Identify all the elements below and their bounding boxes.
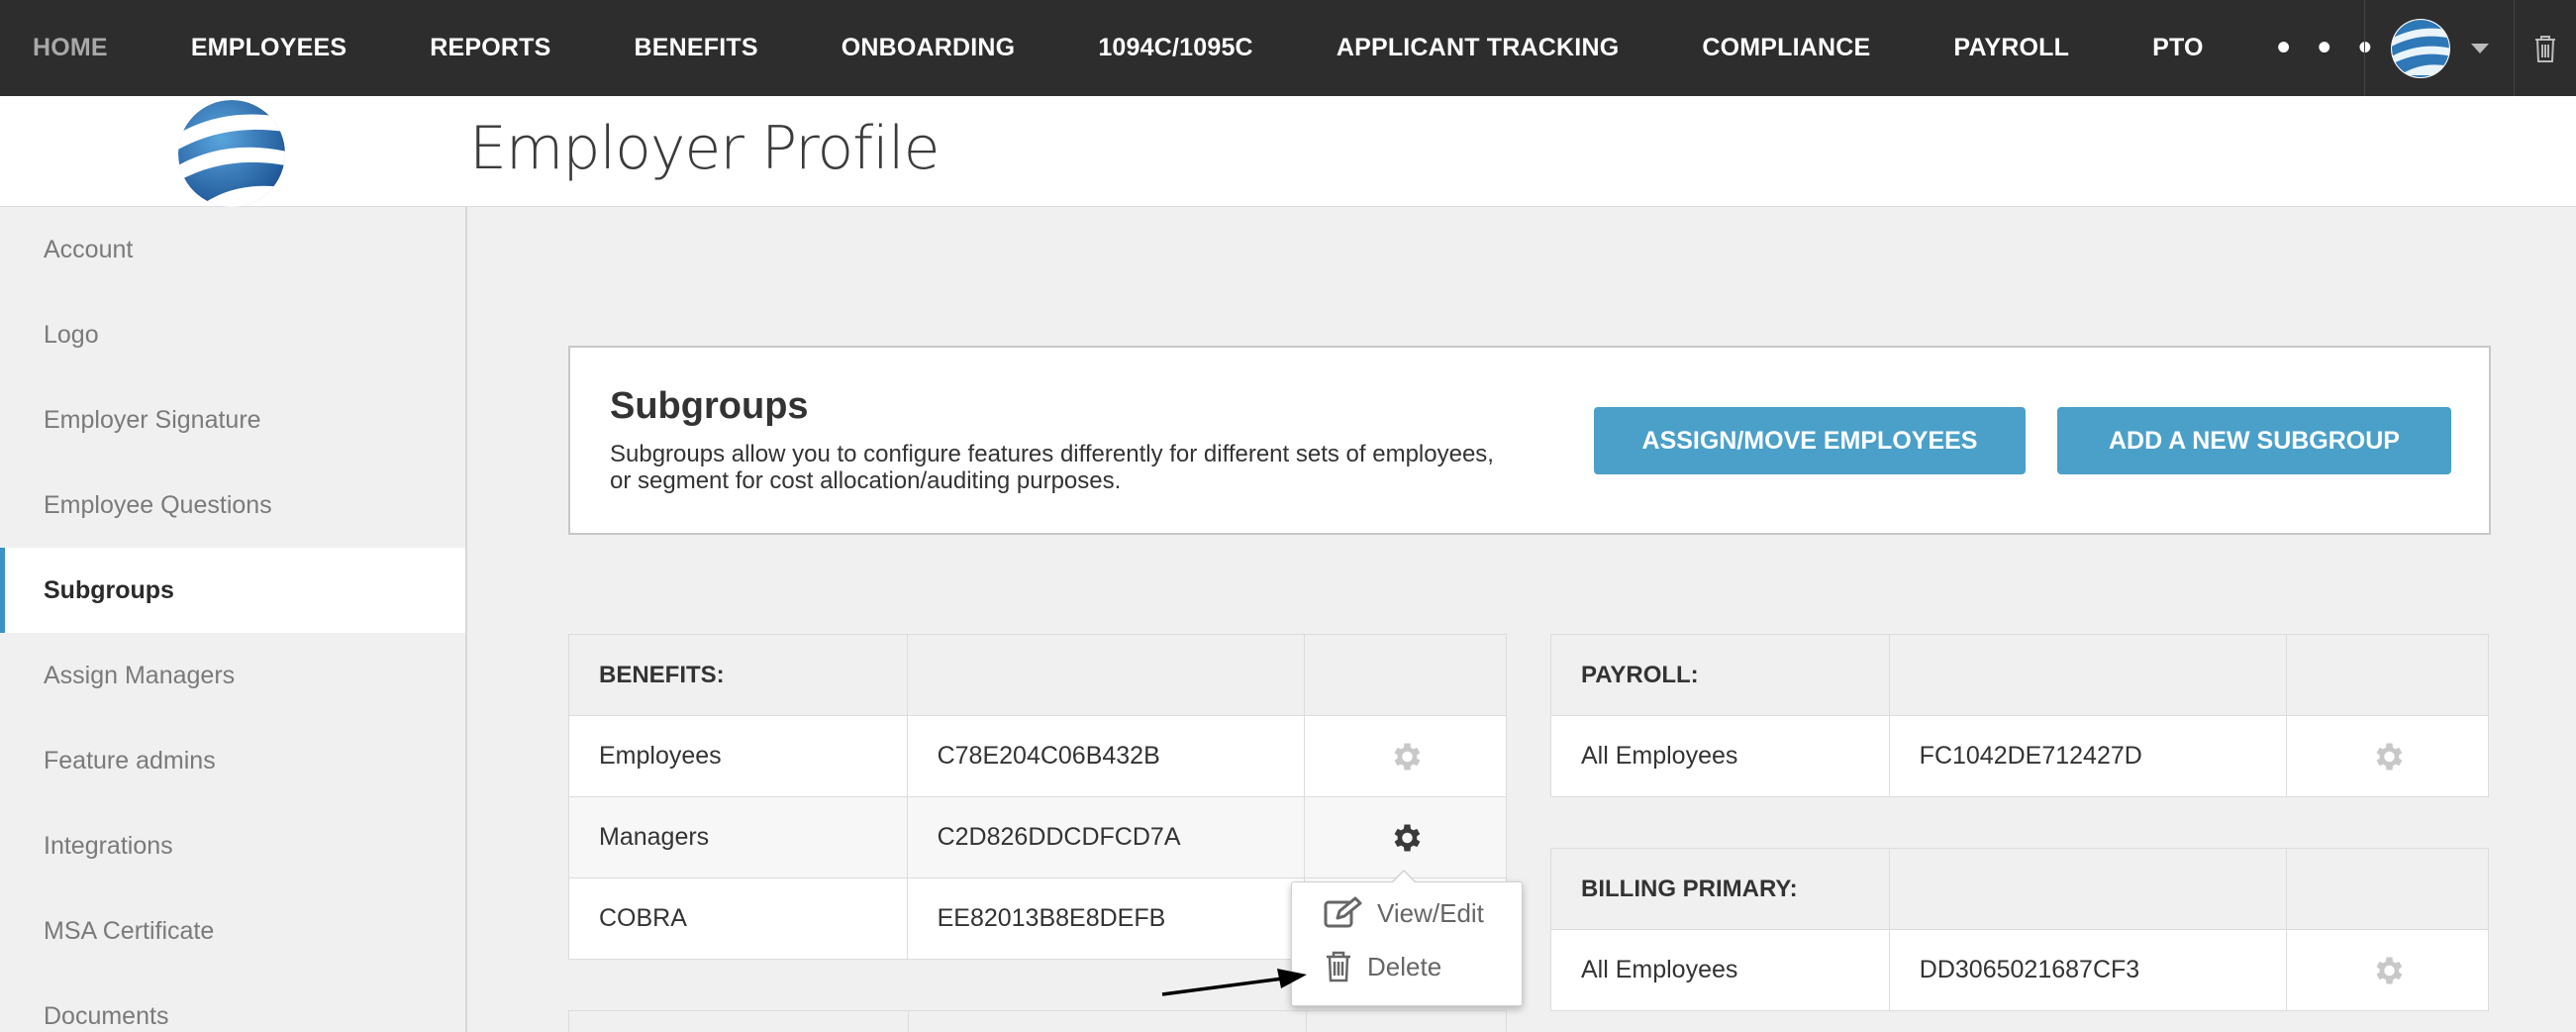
subgroup-code: DD3065021687CF3 [1888, 929, 2288, 1011]
trash-icon [2535, 35, 2555, 62]
nav-onboarding[interactable]: ONBOARDING [800, 0, 1057, 96]
menu-item-label: Delete [1367, 951, 1442, 981]
subgroup-name: All Employees [1550, 929, 1890, 1011]
chevron-down-icon [2471, 43, 2489, 53]
table-header-empty [1888, 848, 2288, 930]
menu-item-view-edit[interactable]: View/Edit [1324, 896, 1484, 930]
add-subgroup-button[interactable]: ADD A NEW SUBGROUP [2057, 407, 2451, 474]
table-header-empty [2286, 848, 2489, 930]
subgroup-name: COBRA [568, 877, 908, 960]
pointer-arrow-icon [1161, 969, 1307, 996]
column-divider [908, 1011, 909, 1032]
gear-cell [1304, 796, 1507, 878]
table-row: Employees C78E204C06B432B [568, 715, 1507, 797]
top-navigation: HOME EMPLOYEES REPORTS BENEFITS ONBOARDI… [0, 0, 2576, 96]
sidebar-item-feature-admins[interactable]: Feature admins [0, 718, 465, 803]
subgroup-name: All Employees [1550, 715, 1890, 797]
table-header-empty [1304, 634, 1507, 716]
section-description: Subgroups allow you to configure feature… [610, 441, 1494, 494]
nav-compliance[interactable]: COMPLIANCE [1660, 0, 1912, 96]
gear-icon[interactable] [1388, 739, 1424, 774]
table-header: BENEFITS: [568, 634, 908, 716]
nav-home[interactable]: HOME [0, 0, 149, 96]
subgroup-code: EE82013B8E8DEFB [906, 877, 1306, 960]
page-title: Employer Profile [469, 114, 941, 183]
edit-icon [1324, 896, 1362, 928]
table-header-row: BILLING PRIMARY: [1550, 848, 2489, 930]
table-row: All Employees FC1042DE712427D [1550, 715, 2489, 797]
subgroup-code: C78E204C06B432B [906, 715, 1306, 797]
gear-icon[interactable] [2370, 739, 2406, 774]
payroll-subgroup-table: PAYROLL: All Employees FC1042DE712427D [1550, 634, 2489, 797]
globe-logo-icon [178, 100, 285, 207]
sidebar: Account Logo Employer Signature Employee… [0, 207, 467, 1032]
gear-cell [2286, 715, 2489, 797]
gear-icon[interactable] [1388, 820, 1424, 856]
gear-icon[interactable] [2370, 953, 2406, 988]
subgroup-name: Managers [568, 796, 908, 878]
menu-item-delete[interactable]: Delete [1324, 950, 1441, 983]
nav-benefits[interactable]: BENEFITS [592, 0, 799, 96]
trash-button[interactable] [2515, 0, 2576, 96]
sidebar-item-msa-certificate[interactable]: MSA Certificate [0, 888, 465, 974]
nav-1094c-1095c[interactable]: 1094C/1095C [1056, 0, 1295, 96]
gear-context-menu: View/Edit Delete [1291, 870, 1523, 1006]
nav-payroll[interactable]: PAYROLL [1912, 0, 2111, 96]
next-table-header [568, 1010, 1507, 1032]
table-row: All Employees DD3065021687CF3 [1550, 929, 2489, 1011]
sidebar-item-employee-questions[interactable]: Employee Questions [0, 463, 465, 548]
section-title: Subgroups [610, 385, 809, 427]
nav-pto[interactable]: PTO [2111, 0, 2245, 96]
table-header-empty [2286, 634, 2489, 716]
sidebar-item-logo[interactable]: Logo [0, 292, 465, 377]
page-header: Employer Profile [0, 96, 2576, 207]
sidebar-item-account[interactable]: Account [0, 207, 465, 292]
column-divider [1306, 1011, 1307, 1032]
sidebar-item-subgroups[interactable]: Subgroups [0, 548, 465, 633]
table-row: Managers C2D826DDCDFCD7A [568, 796, 1507, 878]
trash-icon [1327, 951, 1350, 982]
account-menu-toggle[interactable] [2365, 0, 2514, 96]
table-header-row: BENEFITS: [568, 634, 1507, 716]
nav-employees[interactable]: EMPLOYEES [149, 0, 388, 96]
nav-reports[interactable]: REPORTS [388, 0, 592, 96]
sidebar-item-assign-managers[interactable]: Assign Managers [0, 633, 465, 718]
table-header: PAYROLL: [1550, 634, 1890, 716]
sidebar-item-employer-signature[interactable]: Employer Signature [0, 377, 465, 463]
subgroup-code: C2D826DDCDFCD7A [906, 796, 1306, 878]
subgroup-name: Employees [568, 715, 908, 797]
billing-primary-subgroup-table: BILLING PRIMARY: All Employees DD3065021… [1550, 848, 2489, 1011]
menu-item-label: View/Edit [1377, 897, 1484, 928]
table-header-row: PAYROLL: [1550, 634, 2489, 716]
nav-account-area [2364, 0, 2576, 96]
table-header: BILLING PRIMARY: [1550, 848, 1890, 930]
gear-cell [2286, 929, 2489, 1011]
subgroup-code: FC1042DE712427D [1888, 715, 2288, 797]
assign-move-employees-button[interactable]: ASSIGN/MOVE EMPLOYEES [1594, 407, 2026, 474]
table-header-empty [906, 634, 1306, 716]
globe-logo-icon [2391, 18, 2450, 78]
table-header-empty [1888, 634, 2288, 716]
sidebar-item-integrations[interactable]: Integrations [0, 803, 465, 888]
nav-applicant-tracking[interactable]: APPLICANT TRACKING [1295, 0, 1661, 96]
gear-cell [1304, 715, 1507, 797]
subgroups-card: Subgroups Subgroups allow you to configu… [568, 346, 2491, 535]
sidebar-item-documents[interactable]: Documents [0, 974, 465, 1032]
